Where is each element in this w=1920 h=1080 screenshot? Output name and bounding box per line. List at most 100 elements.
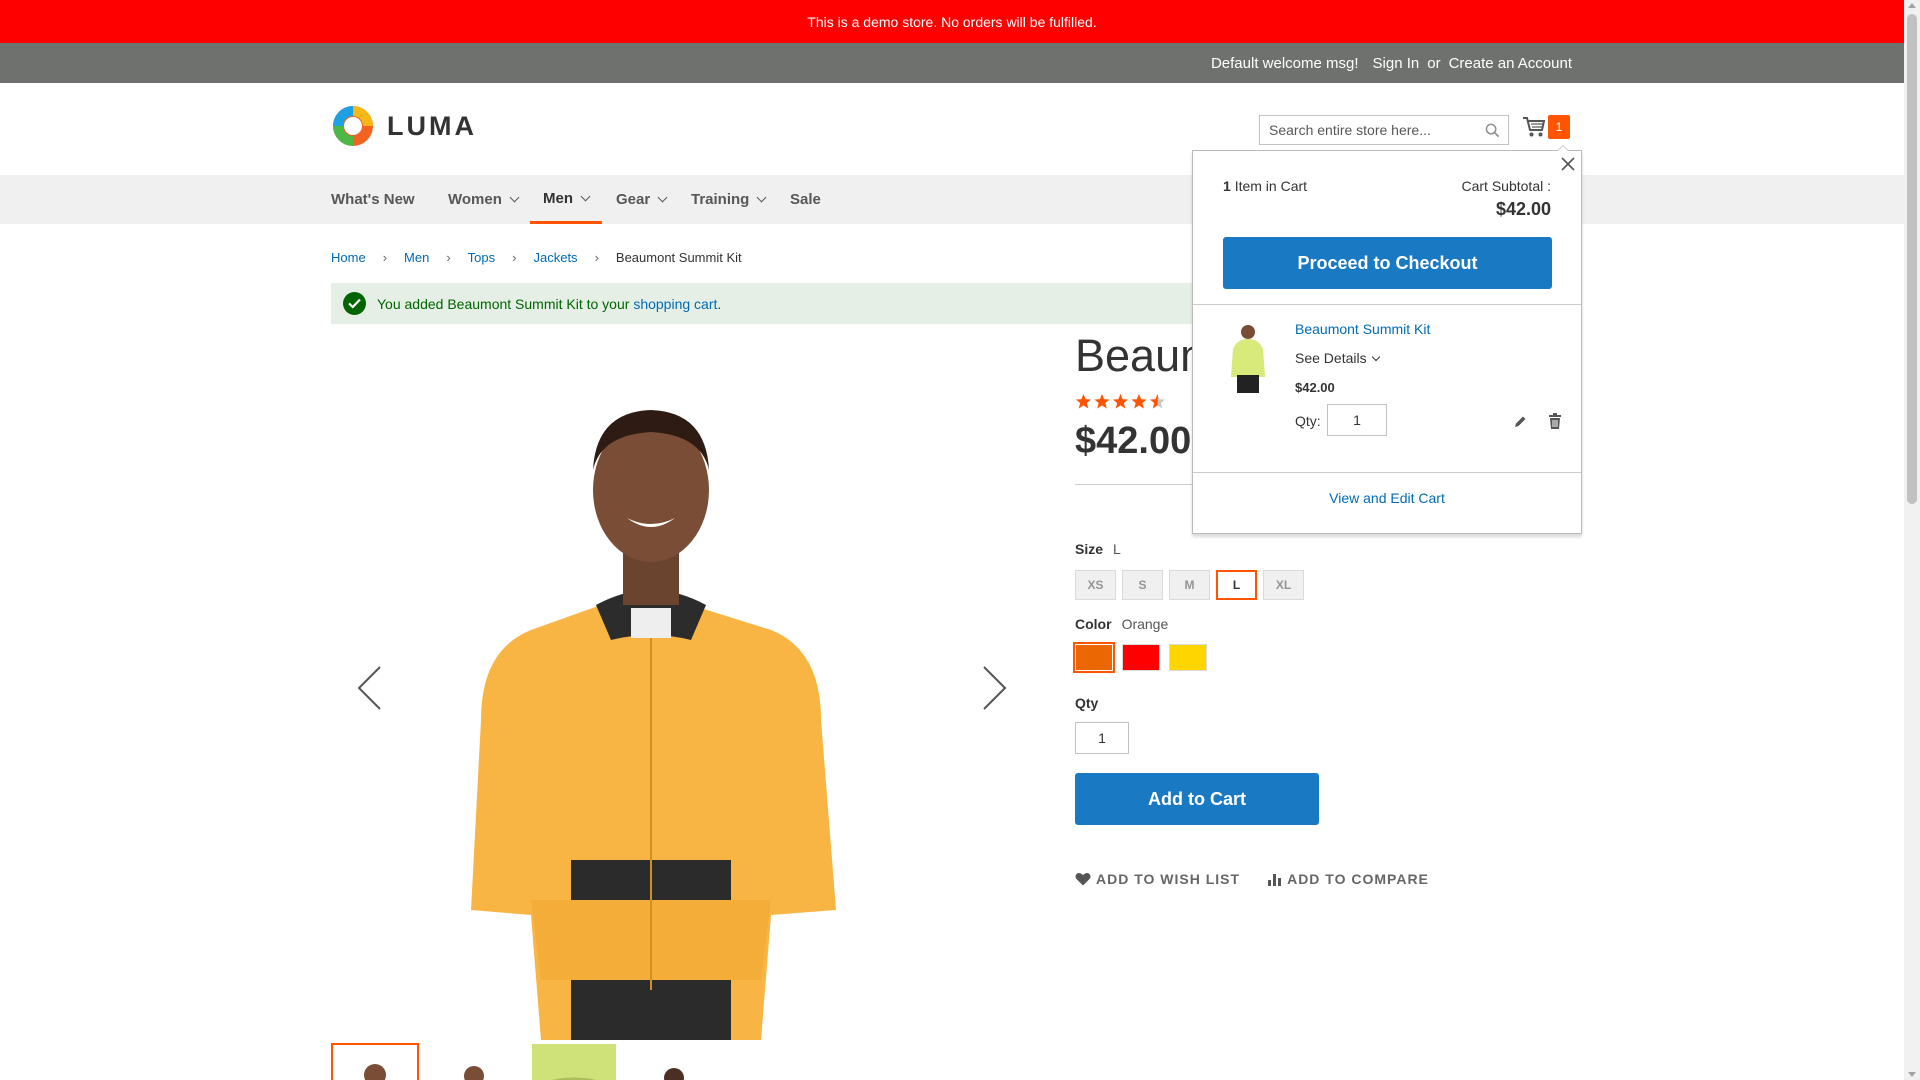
gallery-next-arrow-icon[interactable]: [982, 665, 1008, 711]
color-option-label: Color Orange: [1075, 616, 1168, 632]
divider: [1075, 484, 1193, 485]
nav-label: What's New: [331, 191, 415, 208]
gallery-prev-arrow-icon[interactable]: [356, 665, 382, 711]
nav-label: Men: [543, 189, 573, 207]
thumbnail-image: [333, 1045, 417, 1080]
cart-item-thumbnail[interactable]: [1223, 317, 1273, 397]
thumbnail[interactable]: [531, 1043, 619, 1080]
cart-item-qty-input[interactable]: [1327, 404, 1387, 436]
heart-icon: [1075, 873, 1091, 886]
product-rating[interactable]: [1075, 393, 1167, 410]
minicart-count-number: 1: [1223, 178, 1231, 194]
minicart-dropdown: 1 Item in Cart Cart Subtotal : $42.00 Pr…: [1192, 145, 1582, 534]
wishlist-label: ADD TO WISH LIST: [1096, 871, 1241, 887]
minicart-item-count: 1 Item in Cart: [1223, 178, 1307, 194]
color-selected-value: Orange: [1121, 616, 1169, 632]
size-option-s[interactable]: S: [1122, 570, 1163, 600]
color-swatch-orange[interactable]: [1073, 642, 1115, 673]
proceed-to-checkout-button[interactable]: Proceed to Checkout: [1223, 237, 1552, 289]
subtotal-value: $42.00: [1495, 199, 1551, 219]
chevron-down-icon: [1371, 352, 1380, 361]
color-swatch-red[interactable]: [1122, 644, 1160, 671]
scroll-down-arrow-icon[interactable]: [1908, 1072, 1916, 1077]
subtotal-label: Cart Subtotal :: [1461, 178, 1552, 194]
size-label: Size: [1075, 541, 1104, 557]
gallery-thumbnails: [331, 1043, 719, 1080]
luma-logo-icon: [333, 106, 373, 146]
thumbnail[interactable]: [631, 1043, 719, 1080]
add-to-compare-link[interactable]: ADD TO COMPARE: [1268, 871, 1429, 887]
nav-item-whats-new[interactable]: What's New: [331, 175, 415, 224]
compare-label: ADD TO COMPARE: [1287, 871, 1429, 887]
create-account-link[interactable]: Create an Account: [1449, 55, 1572, 72]
shopping-cart-icon[interactable]: [1522, 116, 1546, 138]
size-option-l[interactable]: L: [1216, 570, 1257, 600]
size-option-label: Size L: [1075, 541, 1121, 557]
thumbnail[interactable]: [331, 1043, 419, 1080]
nav-label: Women: [448, 191, 502, 208]
add-to-wishlist-link[interactable]: ADD TO WISH LIST: [1075, 871, 1240, 887]
welcome-message: Default welcome msg!: [1210, 54, 1359, 72]
thumbnail[interactable]: [431, 1043, 519, 1080]
demo-notice-text: This is a demo store. No orders will be …: [807, 13, 1097, 30]
nav-label: Sale: [790, 191, 821, 208]
color-swatches: [1073, 642, 1207, 673]
view-and-edit-cart-link[interactable]: View and Edit Cart: [1193, 490, 1581, 506]
sign-in-link[interactable]: Sign In: [1373, 55, 1420, 72]
chevron-down-icon: [509, 192, 520, 203]
color-swatch-yellow[interactable]: [1169, 644, 1207, 671]
size-option-xl[interactable]: XL: [1263, 570, 1304, 600]
product-main-image[interactable]: [331, 340, 1031, 1040]
see-details-label: See Details: [1295, 350, 1367, 366]
size-option-m[interactable]: M: [1169, 570, 1210, 600]
size-option-xs[interactable]: XS: [1075, 570, 1116, 600]
logo-wordmark: LUMA: [387, 110, 477, 141]
cart-item-name-link[interactable]: Beaumont Summit Kit: [1295, 321, 1430, 337]
store-logo[interactable]: LUMA: [331, 104, 477, 148]
qty-input[interactable]: [1075, 722, 1129, 754]
scrollbar-thumb[interactable]: [1907, 14, 1917, 504]
see-details-toggle[interactable]: See Details: [1295, 350, 1380, 366]
breadcrumb-separator-icon: ›: [594, 250, 599, 265]
rating-stars-icon: [1076, 394, 1165, 409]
breadcrumb: Home › Men › Tops › Jackets › Beaumont S…: [331, 250, 742, 265]
product-social-actions: ADD TO WISH LIST ADD TO COMPARE: [1075, 871, 1429, 887]
divider: [1193, 472, 1581, 473]
chevron-down-icon: [657, 192, 668, 203]
close-icon[interactable]: [1559, 155, 1577, 173]
search-icon[interactable]: [1485, 123, 1500, 138]
size-swatches: XS S M L XL: [1075, 570, 1304, 600]
cart-item-price: $42.00: [1295, 380, 1335, 395]
minicart-trigger[interactable]: 1: [1522, 115, 1570, 139]
nav-item-women[interactable]: Women: [448, 175, 520, 224]
success-message: You added Beaumont Summit Kit to your sh…: [331, 283, 1193, 324]
breadcrumb-tops[interactable]: Tops: [468, 250, 495, 265]
thumbnail-image: [532, 1044, 616, 1080]
pencil-edit-icon[interactable]: [1513, 415, 1527, 429]
breadcrumb-jackets[interactable]: Jackets: [533, 250, 577, 265]
qty-label: Qty: [1075, 695, 1099, 711]
scroll-up-arrow-icon[interactable]: [1908, 3, 1916, 8]
search-input[interactable]: [1260, 116, 1508, 144]
checkmark-icon: [343, 292, 366, 315]
color-label: Color: [1075, 616, 1112, 632]
shopping-cart-link[interactable]: shopping cart: [633, 296, 717, 312]
trash-icon[interactable]: [1548, 413, 1562, 430]
nav-label: Training: [691, 191, 750, 208]
compare-chart-icon: [1268, 874, 1282, 886]
nav-item-training[interactable]: Training: [691, 175, 767, 224]
breadcrumb-separator-icon: ›: [512, 250, 517, 265]
nav-item-gear[interactable]: Gear: [616, 175, 668, 224]
breadcrumb-home[interactable]: Home: [331, 250, 366, 265]
chevron-down-icon: [756, 192, 767, 203]
nav-item-sale[interactable]: Sale: [790, 175, 821, 224]
breadcrumb-men[interactable]: Men: [404, 250, 429, 265]
add-to-cart-button[interactable]: Add to Cart: [1075, 773, 1319, 825]
nav-item-men[interactable]: Men: [530, 175, 602, 224]
cart-item-qty-label: Qty:: [1295, 413, 1321, 429]
demo-store-notice: This is a demo store. No orders will be …: [0, 0, 1904, 43]
chevron-down-icon: [580, 191, 591, 201]
main-navigation: What's New Women Men Gear Training Sale: [0, 175, 1904, 224]
cart-count-badge[interactable]: 1: [1548, 115, 1570, 139]
page-scrollbar[interactable]: [1904, 0, 1920, 1080]
